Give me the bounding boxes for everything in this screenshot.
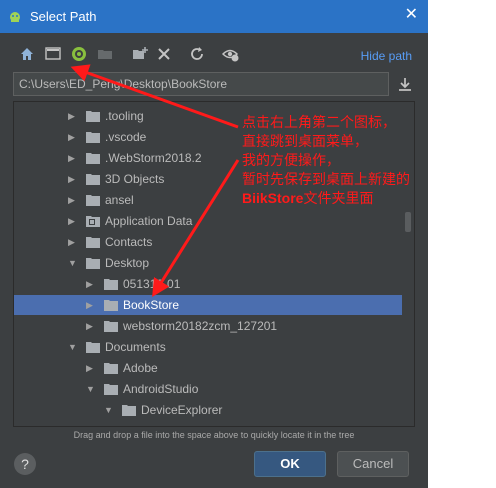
annotation-arrows <box>70 64 240 298</box>
annotation-line: 我的方便操作， <box>242 152 340 168</box>
annotation-line-rest: 文件夹里面 <box>303 190 374 206</box>
annotation-line: 直接跳到桌面菜单， <box>242 133 368 149</box>
arrow-to-desktop-icon <box>70 64 239 129</box>
annotation-line: 点击右上角第二个图标， <box>242 114 396 130</box>
annotation-bold-folder: BiikStore <box>242 190 304 206</box>
annotation-text: 点击右上角第二个图标， 直接跳到桌面菜单， 我的方便操作， 暂时先保存到桌面上新… <box>242 113 410 208</box>
annotation-line: 暂时先保存到桌面上新建的 <box>242 171 410 187</box>
annotation-line: BiikStore文件夹里面 <box>242 189 410 208</box>
arrow-to-bookstore <box>152 159 240 298</box>
